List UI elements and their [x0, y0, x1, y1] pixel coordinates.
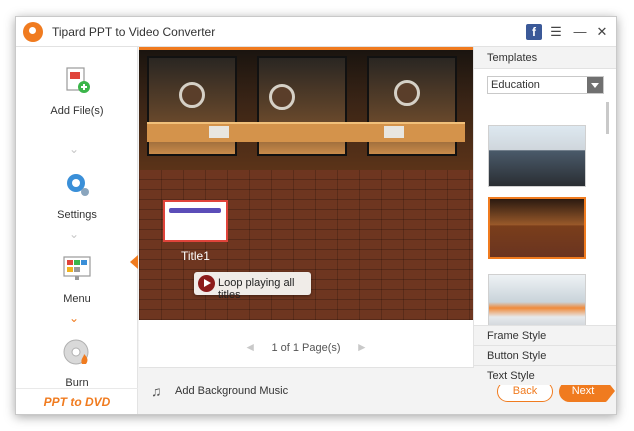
template-thumbnail-selected[interactable]: [488, 197, 586, 259]
step-add-files[interactable]: Add File(s): [16, 65, 138, 117]
tab-text-style[interactable]: Text Style: [474, 365, 616, 385]
chevron-down-icon: ⌄: [69, 142, 80, 156]
feedback-icon[interactable]: ☰: [548, 24, 564, 40]
window-title: Tipard PPT to Video Converter: [52, 25, 216, 39]
template-preview-image: [489, 126, 585, 186]
templates-scrollbar[interactable]: [606, 102, 609, 134]
person-figure: [394, 80, 420, 106]
menu-preview: Title1 Loop playing all titles: [139, 47, 473, 320]
app-window: Tipard PPT to Video Converter f ☰ — ✕ Ad…: [15, 16, 617, 415]
loop-all-button[interactable]: Loop playing all titles: [194, 272, 311, 301]
add-background-music-link[interactable]: Add Background Music: [175, 385, 288, 397]
prev-page-icon[interactable]: ◄: [244, 340, 256, 354]
step-menu[interactable]: Menu: [16, 253, 138, 305]
tab-button-style[interactable]: Button Style: [474, 345, 616, 365]
close-icon[interactable]: ✕: [594, 24, 610, 40]
thumbnail-bar: [169, 208, 221, 213]
title-label[interactable]: Title1: [181, 249, 210, 263]
step-burn[interactable]: Burn: [16, 337, 138, 389]
person-figure: [269, 84, 295, 110]
templates-panel: Templates Education Frame Style Button S…: [473, 47, 616, 385]
chevron-down-icon: ⌄: [69, 311, 80, 325]
workflow-sidebar: Add File(s) ⌄ Settings ⌄ Menu ⌄ Burn PPT…: [16, 47, 138, 414]
app-logo-icon: [23, 22, 43, 42]
disc-burn-icon: [63, 339, 89, 365]
step-label-settings: Settings: [57, 209, 97, 221]
chevron-down-icon: ⌄: [69, 227, 80, 241]
title-bar: Tipard PPT to Video Converter f ☰ — ✕: [16, 17, 616, 47]
step-label-add-files: Add File(s): [50, 105, 104, 117]
menu-layout-icon: [63, 256, 91, 280]
laptop: [209, 126, 229, 138]
facebook-icon[interactable]: f: [526, 24, 542, 40]
active-step-pointer-icon: [130, 255, 138, 269]
product-logo: PPT to DVD: [16, 388, 138, 414]
tab-frame-style[interactable]: Frame Style: [474, 325, 616, 345]
page-indicator: 1 of 1 Page(s): [271, 342, 341, 354]
person-figure: [179, 82, 205, 108]
desk: [147, 122, 465, 142]
step-settings[interactable]: Settings: [16, 169, 138, 221]
chevron-down-icon[interactable]: [587, 77, 603, 93]
template-category-value: Education: [491, 79, 540, 91]
step-label-menu: Menu: [63, 293, 91, 305]
page-navigator: ◄ 1 of 1 Page(s) ►: [139, 320, 473, 367]
template-thumbnail[interactable]: [488, 125, 586, 187]
add-file-icon: [66, 67, 90, 93]
play-icon: [198, 275, 215, 292]
preview-background-image: [139, 50, 473, 170]
gear-icon: [67, 174, 89, 196]
music-add-icon[interactable]: ♫: [151, 383, 162, 399]
loop-all-label: Loop playing all titles: [218, 277, 295, 301]
next-page-icon[interactable]: ►: [356, 340, 368, 354]
template-preview-image: [490, 199, 584, 257]
title-thumbnail[interactable]: [163, 200, 228, 242]
laptop: [384, 126, 404, 138]
template-category-select[interactable]: Education: [487, 76, 604, 94]
templates-header: Templates: [474, 47, 616, 69]
minimize-icon[interactable]: —: [572, 24, 588, 40]
